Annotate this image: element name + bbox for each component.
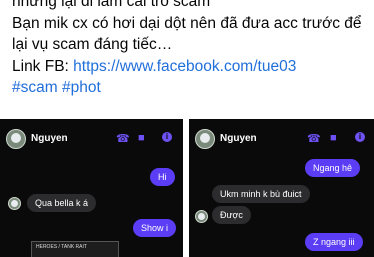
facebook-link[interactable]: https://www.facebook.com/tue03: [73, 58, 296, 75]
avatar: [195, 210, 208, 223]
message-bubble-out: Show i: [133, 219, 177, 237]
link-label: Link FB:: [12, 57, 74, 75]
avatar: [195, 129, 215, 149]
chat-header: Nguyen ☎ ■ i: [189, 119, 374, 155]
chat-screenshot-2[interactable]: Nguyen ☎ ■ i Ngang hê Ukm minh k bù đuic…: [189, 119, 374, 257]
info-icon: i: [355, 132, 365, 142]
message-bubble-out: Ngang hê: [305, 159, 361, 177]
screenshot-gallery: Nguyen ☎ ■ i Hi Qua bella k á Show i HER…: [0, 116, 374, 257]
message-bubble-in: Được: [212, 206, 251, 224]
contact-name: Nguyen: [220, 133, 257, 144]
video-icon: ■: [330, 132, 337, 144]
info-icon: i: [162, 132, 172, 142]
hashtag-line: #scam #phot: [12, 77, 374, 99]
message-bubble-out: Z ngang iii: [305, 233, 363, 251]
message-bubble-in: Qua bella k á: [27, 194, 97, 212]
post-line: lại vụ scam đáng tiếc…: [12, 36, 173, 53]
hashtag-phot[interactable]: #phot: [62, 79, 101, 96]
video-icon: ■: [138, 132, 145, 144]
message-bubble-in: Ukm minh k bù đuict: [212, 185, 310, 203]
contact-name: Nguyen: [31, 133, 68, 144]
attachment-text: HEROES / TANK RAIT: [36, 244, 87, 250]
message-bubble-out: Hi: [150, 168, 175, 186]
image-attachment: HEROES / TANK RAIT: [31, 241, 119, 257]
post-link-line: Link FB: https://www.facebook.com/tue03: [12, 56, 374, 78]
phone-icon: ☎: [116, 133, 130, 145]
chat-screenshot-1[interactable]: Nguyen ☎ ■ i Hi Qua bella k á Show i HER…: [0, 119, 183, 257]
avatar: [8, 197, 21, 210]
post-line: Bạn mik cx có hơi dại dột nên đã đưa acc…: [12, 14, 362, 32]
phone-icon: ☎: [307, 133, 321, 145]
hashtag-scam[interactable]: #scam: [12, 79, 58, 96]
avatar: [6, 129, 26, 149]
post-line: nhưng lại đi làm cái trò scam: [12, 0, 211, 10]
post-body: nhưng lại đi làm cái trò scam Bạn mik cx…: [12, 0, 374, 99]
chat-header: Nguyen ☎ ■ i: [0, 119, 183, 155]
